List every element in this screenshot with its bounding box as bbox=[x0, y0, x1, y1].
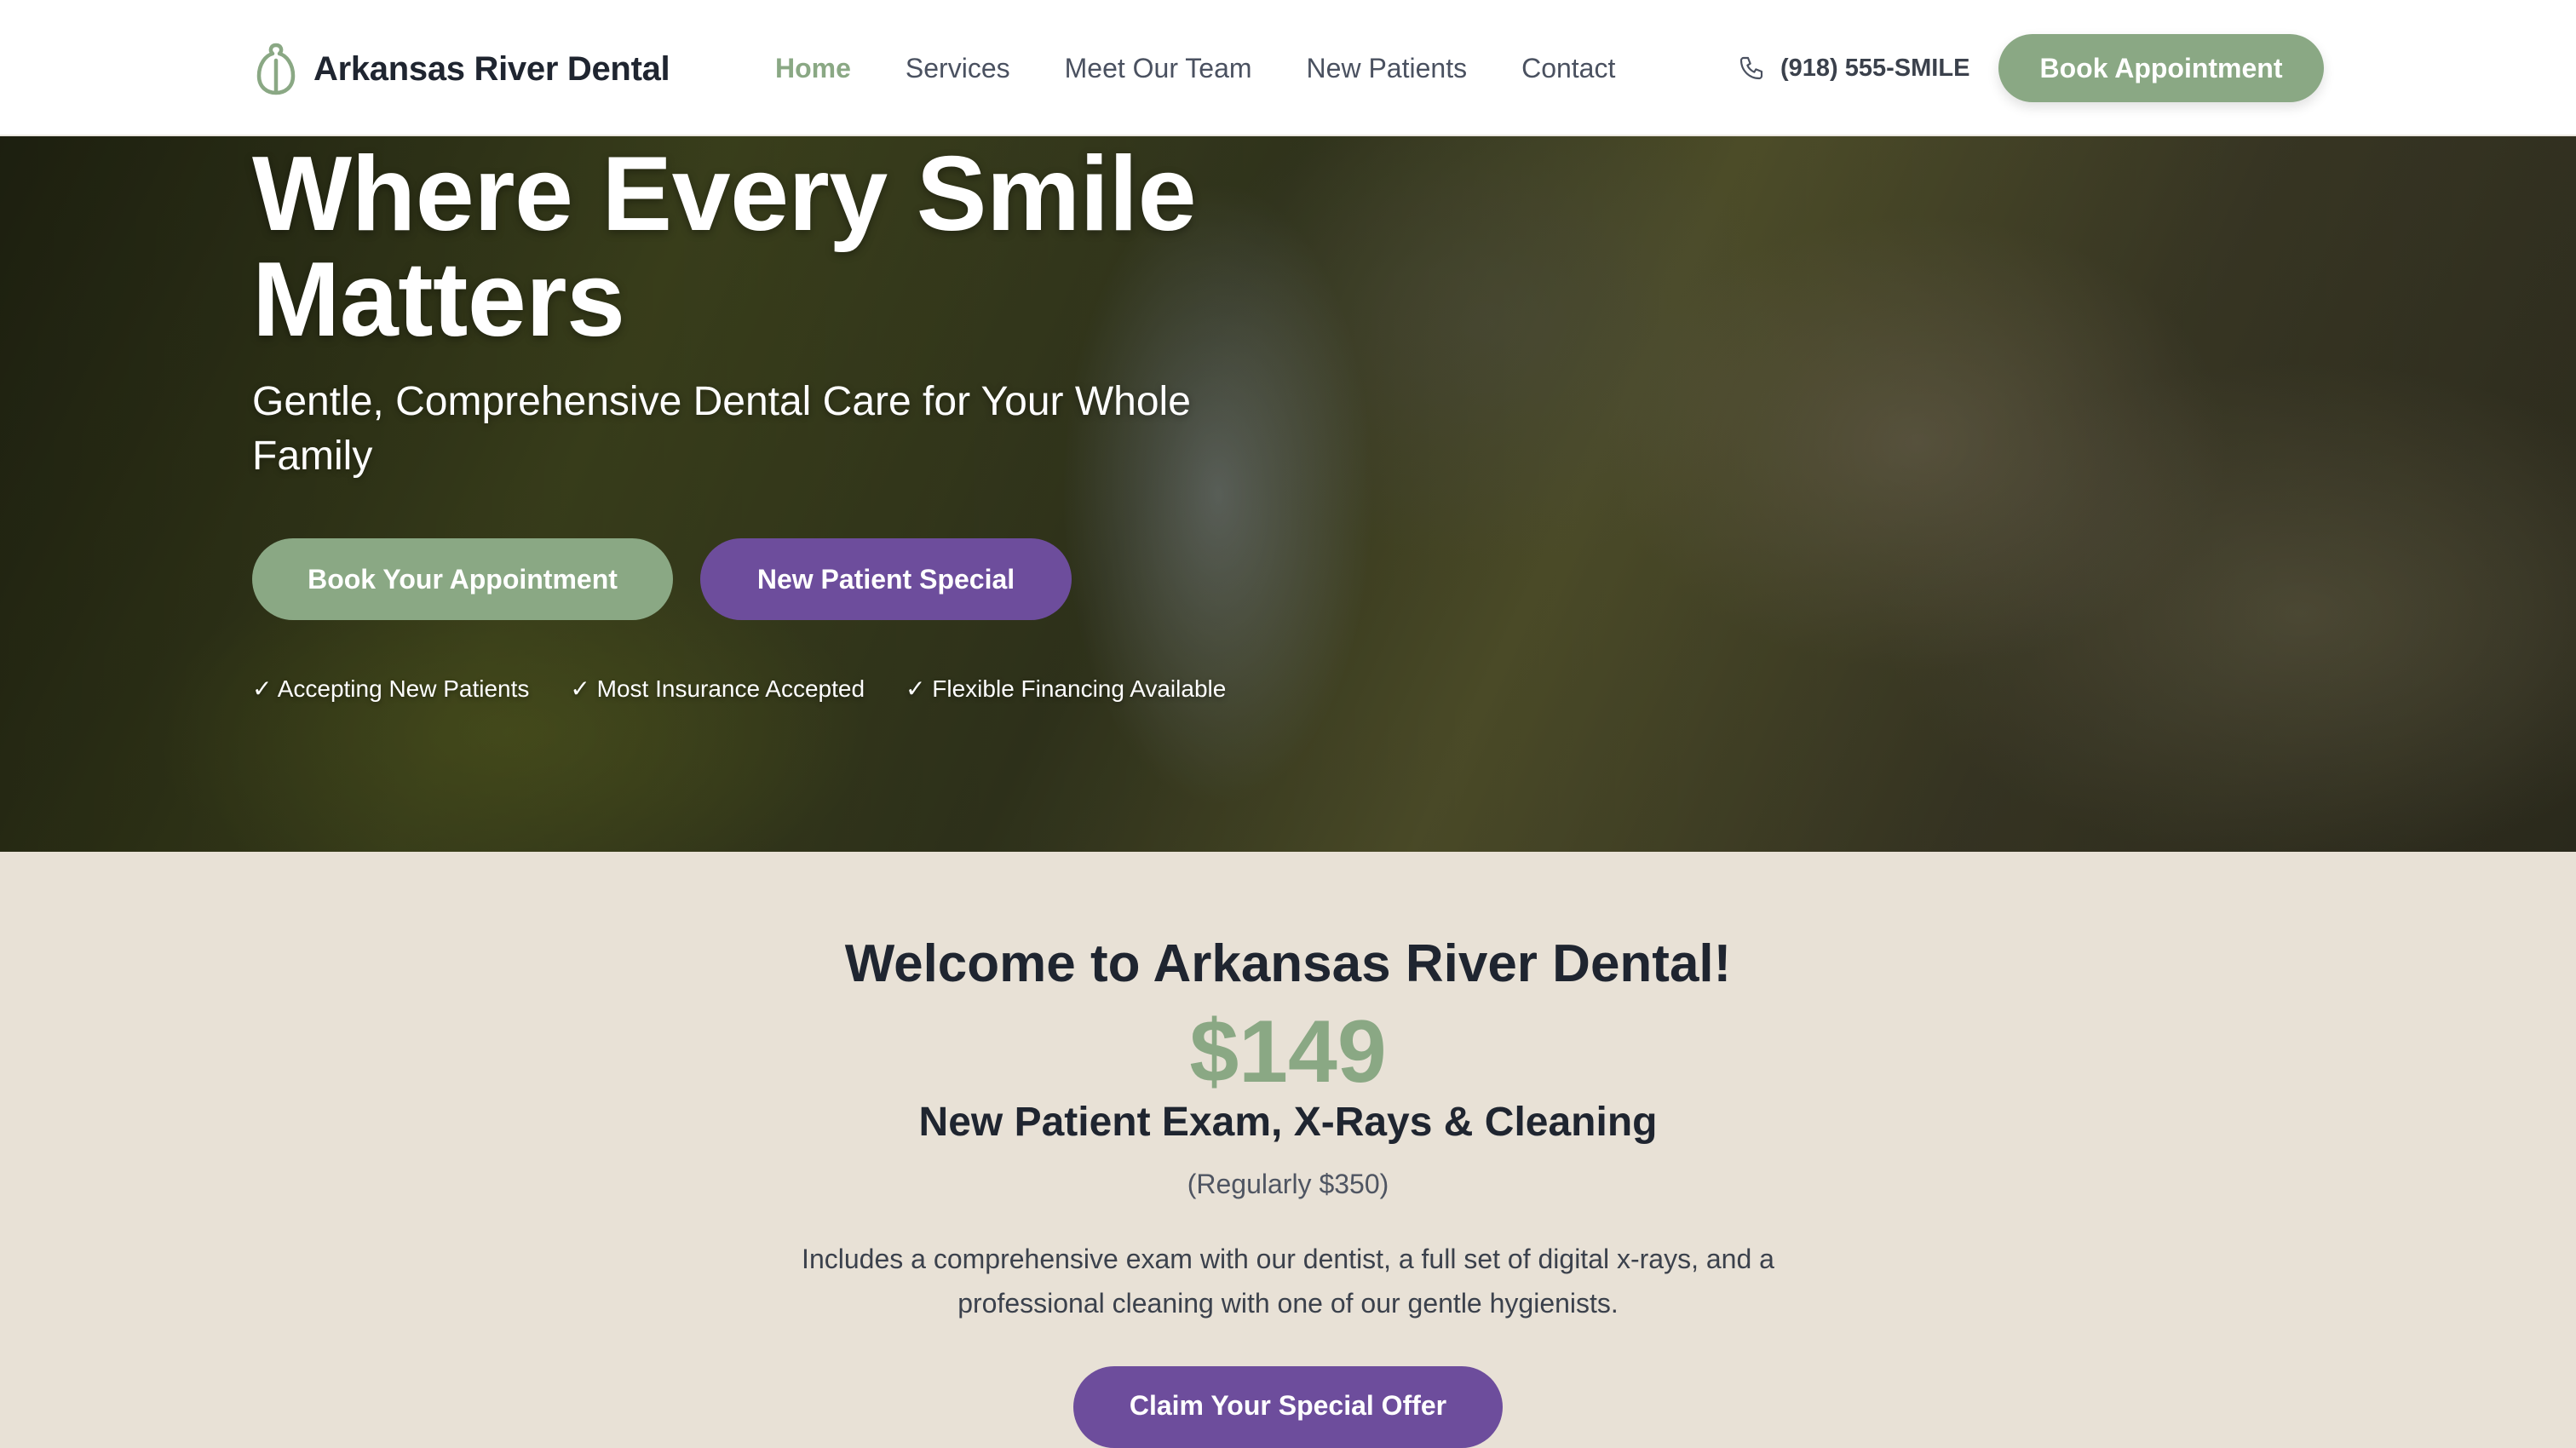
offer-price: $149 bbox=[1189, 1003, 1387, 1101]
phone-icon bbox=[1739, 56, 1763, 80]
claim-offer-button[interactable]: Claim Your Special Offer bbox=[1073, 1366, 1503, 1448]
brand-name: Arkansas River Dental bbox=[313, 49, 670, 88]
tooth-icon bbox=[256, 43, 296, 95]
nav-link-home[interactable]: Home bbox=[775, 53, 851, 84]
benefit-item: ✓ Accepting New Patients bbox=[252, 675, 530, 702]
welcome-section: Welcome to Arkansas River Dental! $149 N… bbox=[0, 852, 2576, 1448]
nav-link-meet-our-team[interactable]: Meet Our Team bbox=[1065, 53, 1252, 84]
benefit-item: ✓ Flexible Financing Available bbox=[906, 675, 1227, 702]
main-nav: Home Services Meet Our Team New Patients… bbox=[775, 49, 1615, 87]
nav-link-services[interactable]: Services bbox=[906, 53, 1010, 84]
nav-link-contact[interactable]: Contact bbox=[1521, 53, 1615, 84]
phone-number: (918) 555-SMILE bbox=[1780, 54, 1970, 82]
site-header: Arkansas River Dental Home Services Meet… bbox=[0, 0, 2576, 136]
offer-description: Includes a comprehensive exam with our d… bbox=[802, 1244, 1774, 1319]
book-appointment-button[interactable]: Book Appointment bbox=[1998, 34, 2324, 102]
nav-link-new-patients[interactable]: New Patients bbox=[1307, 53, 1468, 84]
book-your-appointment-button[interactable]: Book Your Appointment bbox=[252, 538, 673, 620]
phone-link[interactable]: (918) 555-SMILE bbox=[1738, 49, 1969, 87]
offer-title: New Patient Exam, X-Rays & Cleaning bbox=[918, 1100, 1658, 1145]
brand-logo[interactable]: Arkansas River Dental bbox=[254, 41, 670, 97]
hero-title: Where Every Smile Matters bbox=[252, 136, 1197, 359]
hero-benefits: ✓ Accepting New Patients ✓ Most Insuranc… bbox=[252, 675, 1226, 709]
hero-section: Where Every Smile Matters Gentle, Compre… bbox=[0, 136, 2576, 852]
regular-price: (Regularly $350) bbox=[1187, 1169, 1389, 1199]
hero-subtitle: Gentle, Comprehensive Dental Care for Yo… bbox=[252, 379, 1191, 479]
new-patient-special-button[interactable]: New Patient Special bbox=[700, 538, 1072, 620]
welcome-title: Welcome to Arkansas River Dental! bbox=[844, 934, 1732, 993]
benefit-item: ✓ Most Insurance Accepted bbox=[570, 675, 865, 702]
